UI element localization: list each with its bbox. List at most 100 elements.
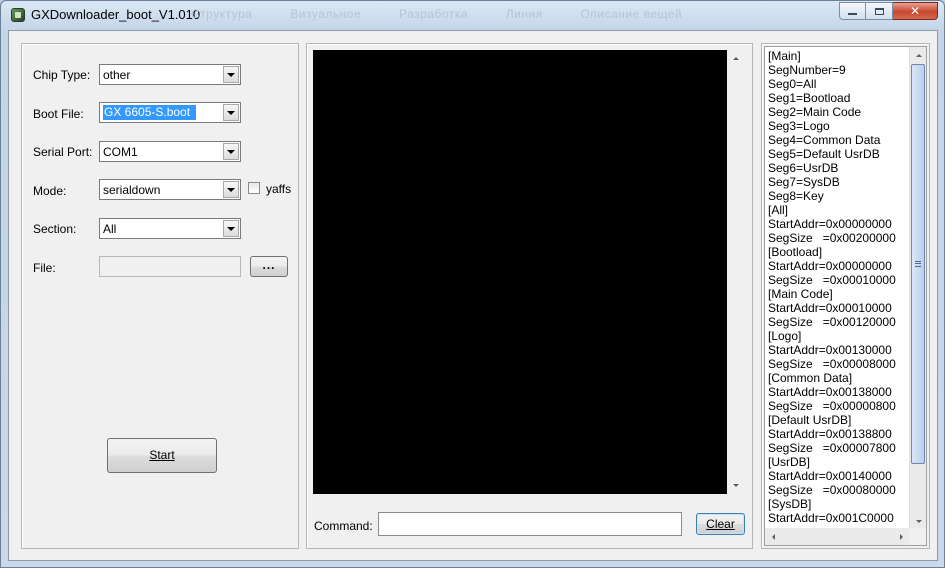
console-scrollbar[interactable] — [727, 50, 744, 494]
chip-type-label: Chip Type: — [33, 68, 91, 82]
ini-line: StartAddr=0x00130000 — [768, 343, 892, 357]
command-label: Command: — [314, 519, 373, 533]
ini-line: StartAddr=0x00140000 — [768, 469, 892, 483]
ini-line: StartAddr=0x00138800 — [768, 427, 892, 441]
boot-file-label: Boot File: — [33, 107, 84, 121]
ghost-menu-item: Описание вещей — [580, 7, 683, 21]
ini-scroll-left-button[interactable] — [765, 528, 782, 545]
app-window: GXDownloader_boot_V1.010 Структура Визуа… — [0, 0, 945, 568]
close-icon: ✕ — [909, 4, 921, 18]
scroll-down-button[interactable] — [727, 477, 744, 494]
serial-port-dropdown-button[interactable] — [223, 143, 239, 160]
clear-button[interactable]: Clear — [696, 513, 745, 535]
ini-line: Seg0=All — [768, 77, 817, 91]
ini-line: Seg2=Main Code — [768, 105, 862, 119]
ini-line: Seg5=Default UsrDB — [768, 147, 880, 161]
ini-vertical-scrollbar[interactable] — [909, 47, 926, 530]
ini-scroll-right-button[interactable] — [893, 528, 910, 545]
arrow-up-icon — [732, 57, 739, 60]
ini-scroll-up-button[interactable] — [910, 47, 926, 64]
mode-label: Mode: — [33, 184, 67, 198]
title-bar[interactable]: GXDownloader_boot_V1.010 Структура Визуа… — [1, 1, 944, 29]
yaffs-label[interactable]: yaffs — [266, 182, 291, 196]
minimize-button[interactable] — [839, 2, 866, 20]
ini-line: StartAddr=0x00138000 — [768, 385, 892, 399]
ini-line: [UsrDB] — [768, 455, 810, 469]
command-input[interactable] — [378, 512, 682, 536]
caption-buttons: ✕ — [839, 2, 938, 20]
ini-line: SegSize =0x00120000 — [768, 315, 896, 329]
scroll-up-button[interactable] — [727, 50, 744, 67]
mode-select[interactable]: serialdown — [99, 179, 241, 200]
console-output[interactable] — [313, 50, 744, 494]
ini-line: SegSize =0x00010000 — [768, 273, 896, 287]
ini-line: StartAddr=0x00000000 — [768, 259, 892, 273]
arrow-down-icon — [915, 520, 922, 523]
boot-file-value: GX 6605-S.boot — [103, 105, 197, 120]
minimize-icon — [848, 13, 857, 15]
arrow-down-icon — [732, 484, 739, 487]
yaffs-checkbox[interactable] — [248, 182, 260, 194]
ini-line: Seg6=UsrDB — [768, 161, 839, 175]
ini-line: [Main] — [768, 49, 801, 63]
ghost-menu-item: Структура — [191, 7, 253, 21]
mode-dropdown-button[interactable] — [223, 181, 239, 198]
ini-line: Seg3=Logo — [768, 119, 830, 133]
close-button[interactable]: ✕ — [893, 2, 938, 20]
app-icon[interactable] — [11, 8, 25, 22]
ini-line: [Default UsrDB] — [768, 413, 852, 427]
ini-line: [Common Data] — [768, 371, 853, 385]
ini-line: SegSize =0x00000800 — [768, 399, 896, 413]
ini-line: Seg4=Common Data — [768, 133, 881, 147]
ini-line: SegSize =0x00080000 — [768, 483, 896, 497]
arrow-left-icon — [772, 533, 775, 540]
ini-line: Seg8=Key — [768, 189, 824, 203]
browse-file-button[interactable]: ... — [250, 256, 288, 277]
ini-line: SegSize =0x00007800 — [768, 441, 896, 455]
ini-line: StartAddr=0x00000000 — [768, 217, 892, 231]
ini-horizontal-scrollbar[interactable] — [765, 528, 910, 545]
chevron-down-icon — [227, 110, 235, 115]
arrow-right-icon — [900, 533, 903, 540]
ghost-menu-item: Линия — [505, 7, 543, 21]
ini-scroll-thumb[interactable] — [911, 64, 925, 464]
ghost-menu-item: Разработка — [398, 7, 468, 21]
maximize-button[interactable] — [866, 2, 893, 20]
ini-line: SegNumber=9 — [768, 63, 846, 77]
ini-line: [All] — [768, 203, 789, 217]
chip-type-value: other — [103, 68, 131, 82]
chevron-down-icon — [227, 72, 235, 77]
section-value: All — [103, 222, 117, 236]
section-dropdown-button[interactable] — [223, 220, 239, 237]
start-button-label: Start — [149, 448, 175, 462]
start-button[interactable]: Start — [107, 438, 217, 473]
ghost-menu-item: Визуальное — [290, 7, 362, 21]
boot-file-dropdown-button[interactable] — [223, 104, 239, 121]
clear-button-label: Clear — [706, 517, 735, 531]
section-label: Section: — [33, 222, 77, 236]
ini-line: [SysDB] — [768, 497, 812, 511]
chip-type-select[interactable]: other — [99, 64, 241, 85]
ini-text-view[interactable]: [Main] SegNumber=9 Seg0=All Seg1=Bootload Se… — [764, 46, 927, 546]
serial-port-select[interactable]: COM1 — [99, 141, 241, 162]
arrow-up-icon — [915, 54, 922, 57]
serial-port-label: Serial Port: — [33, 145, 93, 159]
serial-port-value: COM1 — [103, 145, 138, 159]
console-panel: Command: Clear — [306, 43, 753, 549]
window-title: GXDownloader_boot_V1.010 — [31, 7, 201, 22]
file-label: File: — [33, 261, 56, 275]
grip-icon — [915, 261, 921, 267]
mode-value: serialdown — [103, 183, 161, 197]
section-select[interactable]: All — [99, 218, 241, 239]
scrollbar-corner — [909, 528, 926, 545]
chevron-down-icon — [227, 187, 235, 192]
ini-line: StartAddr=0x00010000 — [768, 301, 892, 315]
boot-file-select[interactable]: GX 6605-S.boot — [99, 102, 241, 123]
chip-type-dropdown-button[interactable] — [223, 66, 239, 83]
ini-line: SegSize =0x00200000 — [768, 231, 896, 245]
ini-panel: [Main] SegNumber=9 Seg0=All Seg1=Bootload Se… — [761, 43, 930, 549]
ini-line: [Bootload] — [768, 245, 823, 259]
ini-text-content: [Main] SegNumber=9 Seg0=All Seg1=Bootload Se… — [768, 49, 910, 525]
settings-panel: Chip Type: other Boot File: GX 6605-S.bo… — [21, 43, 299, 549]
ini-line: StartAddr=0x001C0000 — [768, 511, 894, 525]
